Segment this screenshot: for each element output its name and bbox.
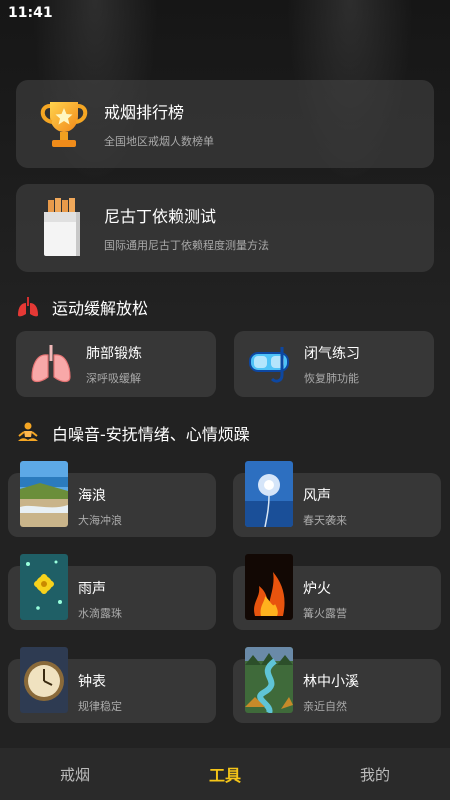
ranking-title: 戒烟排行榜	[104, 103, 185, 122]
sound-stream-subtitle: 亲近自然	[303, 700, 347, 713]
fire-thumb	[245, 554, 293, 620]
sea-thumb	[20, 461, 68, 527]
breath-hold-title: 闭气练习	[304, 345, 360, 362]
tab-mine[interactable]: 我的	[300, 764, 450, 785]
forest-stream-thumb	[245, 647, 293, 713]
diving-mask-icon	[246, 341, 292, 387]
lung-exercise-subtitle: 深呼吸缓解	[86, 371, 141, 385]
sound-card-wind[interactable]: 风声 春天袭来	[233, 461, 441, 537]
exercise-section-title: 运动缓解放松	[52, 299, 149, 318]
sound-fire-subtitle: 篝火露营	[303, 607, 347, 620]
sound-clock-title: 钟表	[78, 674, 106, 690]
sound-clock-subtitle: 规律稳定	[78, 700, 122, 713]
bottom-tab-bar: 戒烟 工具 我的	[0, 748, 450, 800]
meditation-icon	[16, 421, 40, 445]
noise-section-heading: 白噪音-安抚情绪、心情烦躁	[16, 421, 250, 445]
lung-exercise-card[interactable]: 肺部锻炼 深呼吸缓解	[16, 331, 216, 397]
cigarette-pack-icon	[34, 198, 94, 258]
tab-tools[interactable]: 工具	[150, 762, 300, 786]
breath-hold-card[interactable]: 闭气练习 恢复肺功能	[234, 331, 434, 397]
exercise-section-heading: 运动缓解放松	[16, 295, 148, 319]
sound-wind-subtitle: 春天袭来	[303, 514, 347, 527]
status-bar: 11:41	[0, 0, 450, 26]
lungs-icon	[28, 341, 74, 387]
nicotine-subtitle: 国际通用尼古丁依赖程度测量方法	[104, 239, 269, 252]
screen: 11:41 戒烟排行榜 全国地区戒烟人数榜单 尼古丁依赖测试 国际通用尼古丁依赖…	[0, 0, 450, 800]
clock-thumb	[20, 647, 68, 713]
sound-card-sea[interactable]: 海浪 大海冲浪	[8, 461, 216, 537]
dandelion-thumb	[245, 461, 293, 527]
sound-stream-title: 林中小溪	[303, 674, 359, 690]
sound-card-clock[interactable]: 钟表 规律稳定	[8, 647, 216, 723]
sound-rain-subtitle: 水滴露珠	[78, 607, 122, 620]
ranking-subtitle: 全国地区戒烟人数榜单	[104, 135, 214, 148]
sound-wind-title: 风声	[303, 488, 331, 504]
sound-fire-title: 炉火	[303, 581, 331, 597]
sound-card-stream[interactable]: 林中小溪 亲近自然	[233, 647, 441, 723]
nicotine-test-card[interactable]: 尼古丁依赖测试 国际通用尼古丁依赖程度测量方法	[16, 184, 434, 272]
status-time: 11:41	[8, 5, 53, 21]
rain-flower-thumb	[20, 554, 68, 620]
sound-sea-title: 海浪	[78, 488, 106, 504]
noise-section-title: 白噪音-安抚情绪、心情烦躁	[52, 425, 250, 444]
breath-hold-subtitle: 恢复肺功能	[304, 371, 359, 385]
lungs-icon	[16, 295, 40, 319]
trophy-icon	[34, 94, 94, 154]
lung-exercise-title: 肺部锻炼	[86, 345, 142, 362]
tab-quit-smoking[interactable]: 戒烟	[0, 764, 150, 785]
sound-sea-subtitle: 大海冲浪	[78, 514, 122, 527]
sound-card-rain[interactable]: 雨声 水滴露珠	[8, 554, 216, 630]
nicotine-title: 尼古丁依赖测试	[104, 207, 217, 226]
sound-rain-title: 雨声	[78, 581, 106, 597]
ranking-card[interactable]: 戒烟排行榜 全国地区戒烟人数榜单	[16, 80, 434, 168]
sound-card-fire[interactable]: 炉火 篝火露营	[233, 554, 441, 630]
